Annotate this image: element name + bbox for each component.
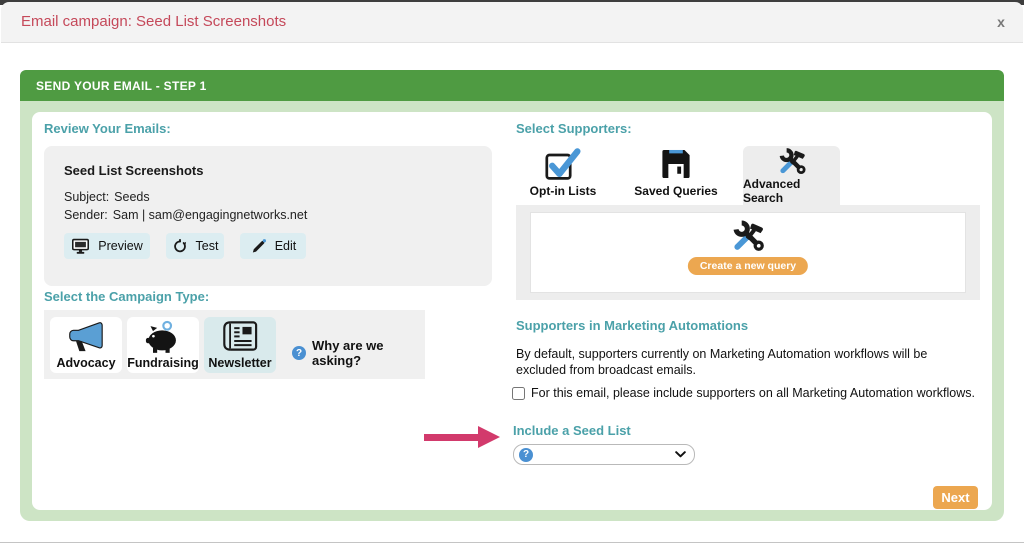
marketing-automations-heading: Supporters in Marketing Automations xyxy=(516,318,748,333)
megaphone-icon xyxy=(66,319,106,355)
tab-opt-in-lists[interactable]: Opt-in Lists xyxy=(521,146,605,205)
tools-icon xyxy=(730,218,766,252)
step-bar: SEND YOUR EMAIL - STEP 1 xyxy=(20,70,1004,101)
pointer-arrow-icon xyxy=(478,426,500,448)
include-automation-supporters-checkbox[interactable] xyxy=(512,387,525,400)
piggy-bank-icon xyxy=(143,319,183,355)
stopwatch-icon xyxy=(172,238,188,254)
seed-list-select[interactable]: ? xyxy=(513,444,695,465)
query-canvas: Create a new query xyxy=(530,212,966,293)
chevron-down-icon xyxy=(675,451,686,458)
advanced-search-panel: Create a new query xyxy=(516,205,980,300)
edit-button-label: Edit xyxy=(275,239,297,253)
campaign-type-strip: Advocacy Fundraising xyxy=(44,310,425,379)
monitor-icon xyxy=(71,238,90,255)
subject-value: Seeds xyxy=(114,190,149,204)
test-button-label: Test xyxy=(196,239,219,253)
marketing-automations-body: By default, supporters currently on Mark… xyxy=(516,346,978,378)
select-supporters-heading: Select Supporters: xyxy=(516,121,632,136)
email-name: Seed List Screenshots xyxy=(64,163,203,178)
pencil-icon xyxy=(250,238,267,255)
create-new-query-button[interactable]: Create a new query xyxy=(688,257,808,275)
next-button[interactable]: Next xyxy=(933,486,978,509)
campaign-type-fundraising[interactable]: Fundraising xyxy=(127,317,199,373)
page-divider xyxy=(0,542,1024,543)
campaign-type-advocacy[interactable]: Advocacy xyxy=(50,317,122,373)
subject-line: Subject: Seeds xyxy=(64,190,150,204)
pointer-arrow-shaft xyxy=(424,434,480,441)
review-emails-heading: Review Your Emails: xyxy=(44,121,171,136)
tab-label: Saved Queries xyxy=(634,184,717,198)
question-circle-icon: ? xyxy=(292,346,306,360)
subject-label: Subject: xyxy=(64,190,109,204)
campaign-type-label: Fundraising xyxy=(127,357,199,370)
step-bar-label: SEND YOUR EMAIL - STEP 1 xyxy=(36,79,207,93)
sender-label: Sender: xyxy=(64,208,108,222)
why-are-we-asking[interactable]: ? Why are we asking? xyxy=(292,338,425,368)
tab-saved-queries[interactable]: Saved Queries xyxy=(630,146,722,205)
floppy-disk-icon xyxy=(659,146,693,182)
include-automation-supporters-label: For this email, please include supporter… xyxy=(531,386,975,400)
campaign-type-label: Newsletter xyxy=(208,357,271,370)
question-circle-icon: ? xyxy=(519,448,533,462)
modal-title: Email campaign: Seed List Screenshots xyxy=(21,13,286,30)
why-are-we-asking-label: Why are we asking? xyxy=(312,338,425,368)
email-campaign-modal: Email campaign: Seed List Screenshots x … xyxy=(0,0,1024,546)
newspaper-icon xyxy=(221,319,259,353)
sender-value: Sam | sam@engagingnetworks.net xyxy=(113,208,308,222)
email-summary-card: Seed List Screenshots Subject: Seeds Send… xyxy=(44,146,492,286)
campaign-type-heading: Select the Campaign Type: xyxy=(44,289,209,304)
close-icon[interactable]: x xyxy=(991,12,1011,32)
tab-advanced-search[interactable]: Advanced Search xyxy=(743,146,840,205)
preview-button-label: Preview xyxy=(98,239,142,253)
tab-label: Opt-in Lists xyxy=(530,184,597,198)
preview-button[interactable]: Preview xyxy=(64,233,150,259)
tab-label: Advanced Search xyxy=(743,177,840,205)
modal-header: Email campaign: Seed List Screenshots x xyxy=(1,2,1023,43)
checkbox-check-icon xyxy=(543,146,583,182)
test-button[interactable]: Test xyxy=(166,233,224,259)
edit-button[interactable]: Edit xyxy=(240,233,306,259)
include-seed-list-heading: Include a Seed List xyxy=(513,423,631,438)
campaign-type-label: Advocacy xyxy=(56,357,115,370)
campaign-type-newsletter[interactable]: Newsletter xyxy=(204,317,276,373)
sender-line: Sender: Sam | sam@engagingnetworks.net xyxy=(64,208,307,222)
tools-icon xyxy=(773,146,811,175)
include-automation-supporters-row: For this email, please include supporter… xyxy=(512,386,982,400)
